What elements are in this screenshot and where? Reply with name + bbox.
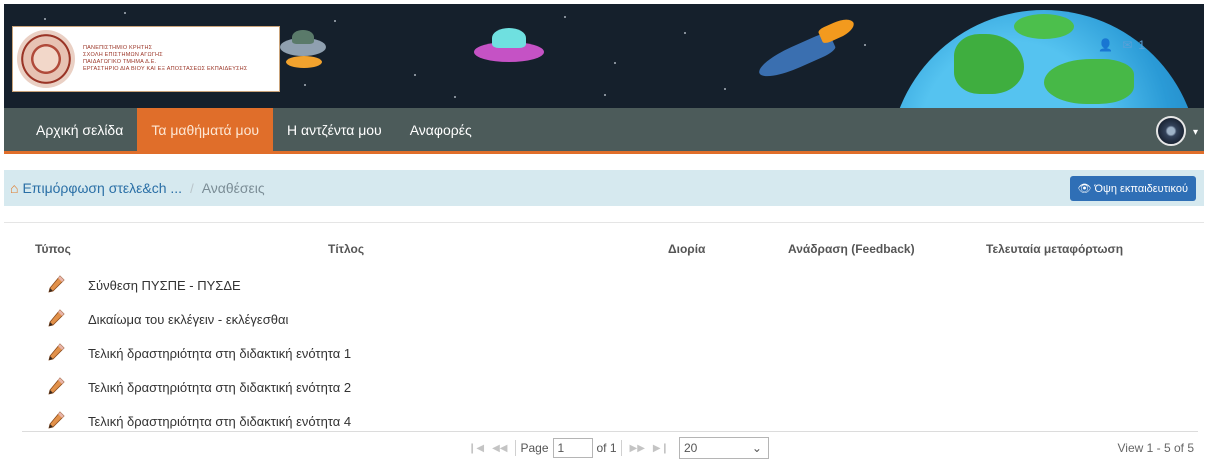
column-header-deadline[interactable]: Διορία (668, 242, 705, 256)
pager: ❙◀ ◀◀ Page 1 of 1 ▶▶ ▶❙ 20 ⌄ (464, 437, 769, 459)
user-icon[interactable]: 👤 (1098, 38, 1113, 52)
eye-icon: 👁 (1077, 183, 1092, 195)
assignment-title-link[interactable]: Τελική δραστηριότητα στη διδακτική ενότη… (88, 346, 351, 361)
home-icon[interactable]: ⌂ (10, 180, 18, 196)
column-header-title[interactable]: Τίτλος (328, 242, 364, 256)
messages-icon[interactable]: ✉ (1122, 38, 1132, 52)
breadcrumb-course-link[interactable]: Επιμόρφωση στελε&ch ... (22, 180, 182, 196)
pager-divider (22, 431, 1198, 432)
next-page-icon[interactable]: ▶▶ (630, 443, 645, 454)
column-header-feedback[interactable]: Ανάδραση (Feedback) (788, 242, 915, 256)
table-row[interactable]: Τελική δραστηριότητα στη διδακτική ενότη… (0, 370, 1208, 404)
last-page-icon[interactable]: ▶❙ (653, 443, 669, 454)
assignment-title-link[interactable]: Τελική δραστηριότητα στη διδακτική ενότη… (88, 414, 351, 429)
nav-item-reports[interactable]: Αναφορές (396, 108, 486, 151)
assignment-title-link[interactable]: Τελική δραστηριότητα στη διδακτική ενότη… (88, 380, 351, 395)
page-number-input[interactable]: 1 (552, 438, 593, 458)
nav-item-home[interactable]: Αρχική σελίδα (22, 108, 137, 151)
breadcrumb-separator: / (190, 180, 194, 196)
university-seal-icon (17, 30, 75, 88)
header-icons: 👤 ✉ 1 (1098, 38, 1151, 52)
header-banner: ΠΑΝΕΠΙΣΤΗΜΙΟ ΚΡΗΤΗΣ ΣΧΟΛΗ ΕΠΙΣΤΗΜΩΝ ΑΓΩΓ… (4, 4, 1204, 108)
breadcrumb: ⌂ Επιμόρφωση στελε&ch ... / Αναθέσεις 👁 … (4, 170, 1204, 206)
pencil-icon (48, 275, 65, 293)
logo-text: ΠΑΝΕΠΙΣΤΗΜΙΟ ΚΡΗΤΗΣ ΣΧΟΛΗ ΕΠΙΣΤΗΜΩΝ ΑΓΩΓ… (83, 45, 248, 72)
divider (4, 222, 1204, 223)
caret-down-icon[interactable]: ▾ (1193, 127, 1198, 138)
teacher-view-button[interactable]: 👁 Όψη εκπαιδευτικού (1069, 176, 1196, 201)
table-row[interactable]: Σύνθεση ΠΥΣΠΕ - ΠΥΣΔΕ (0, 268, 1208, 302)
page-size-select[interactable]: 20 ⌄ (678, 437, 769, 459)
assignment-title-link[interactable]: Σύνθεση ΠΥΣΠΕ - ΠΥΣΔΕ (88, 278, 241, 293)
column-header-type[interactable]: Τύπος (35, 242, 71, 256)
notification-count[interactable]: 1 (1138, 38, 1145, 52)
nav-item-my-courses[interactable]: Τα μαθήματά μου (137, 108, 274, 151)
pencil-icon (48, 411, 65, 429)
main-navbar: Αρχική σελίδα Τα μαθήματά μου Η αντζέντα… (4, 108, 1204, 154)
user-avatar[interactable] (1156, 116, 1186, 146)
pencil-icon (48, 343, 65, 361)
table-row[interactable]: Δικαίωμα του εκλέγειν - εκλέγεσθαι (0, 302, 1208, 336)
chevron-down-icon: ⌄ (751, 441, 762, 455)
assignment-title-link[interactable]: Δικαίωμα του εκλέγειν - εκλέγεσθαι (88, 312, 288, 327)
page-size-value: 20 (683, 441, 698, 455)
university-logo[interactable]: ΠΑΝΕΠΙΣΤΗΜΙΟ ΚΡΗΤΗΣ ΣΧΟΛΗ ΕΠΙΣΤΗΜΩΝ ΑΓΩΓ… (12, 26, 280, 92)
nav-item-agenda[interactable]: Η αντζέντα μου (273, 108, 396, 151)
page-count-label: of 1 (596, 441, 617, 455)
first-page-icon[interactable]: ❙◀ (468, 443, 484, 454)
pencil-icon (48, 309, 65, 327)
table-row[interactable]: Τελική δραστηριότητα στη διδακτική ενότη… (0, 404, 1208, 438)
breadcrumb-current: Αναθέσεις (201, 180, 265, 196)
records-info: View 1 - 5 of 5 (1117, 441, 1195, 455)
prev-page-icon[interactable]: ◀◀ (492, 443, 507, 454)
table-row[interactable]: Τελική δραστηριότητα στη διδακτική ενότη… (0, 336, 1208, 370)
teacher-view-label: Όψη εκπαιδευτικού (1094, 182, 1188, 195)
column-header-last-upload[interactable]: Τελευταία μεταφόρτωση (986, 242, 1123, 256)
pencil-icon (48, 377, 65, 395)
table-header: Τύπος Τίτλος Διορία Ανάδραση (Feedback) … (0, 242, 1208, 258)
page-label: Page (520, 441, 549, 455)
